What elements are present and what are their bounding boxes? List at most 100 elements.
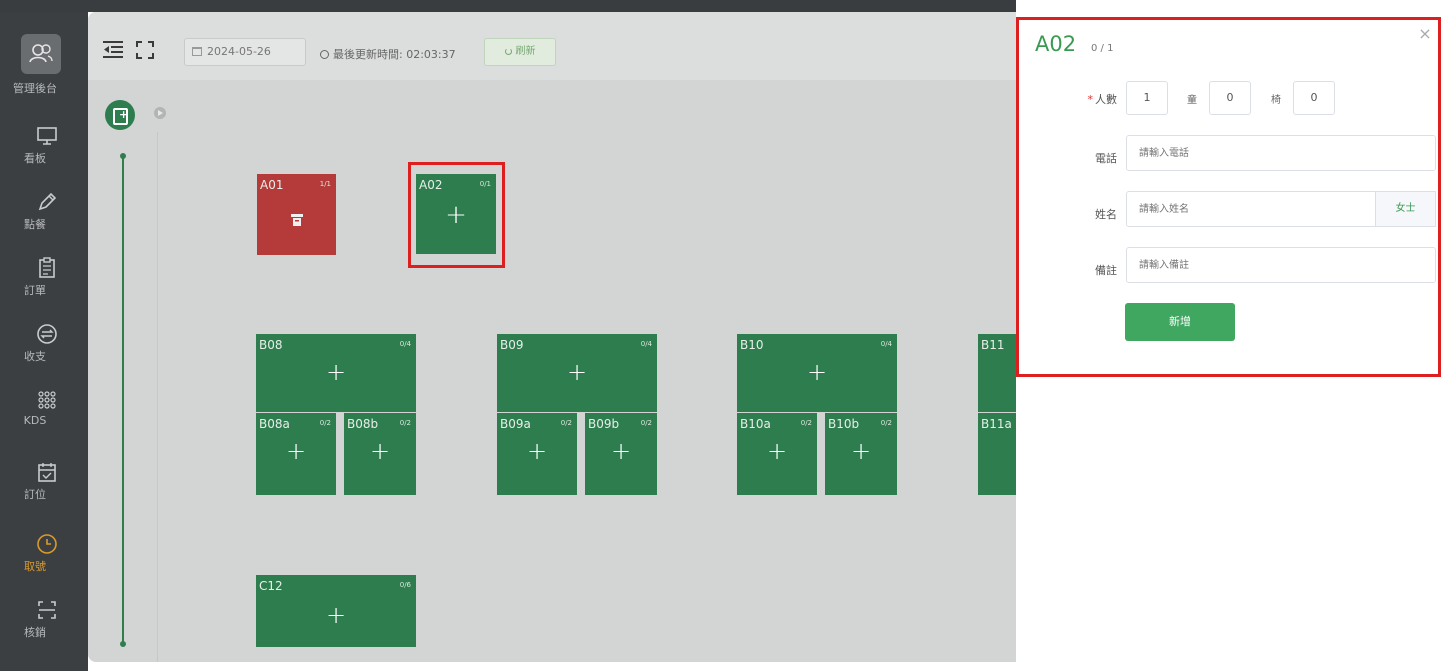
sidebar-item-redeem[interactable]: 核銷 bbox=[0, 592, 88, 656]
note-input[interactable] bbox=[1126, 247, 1436, 283]
sidebar-item-orders[interactable]: 訂單 bbox=[0, 250, 88, 314]
table-capacity: 0/2 bbox=[880, 419, 892, 427]
table-b08a[interactable]: B08a 0/2 + bbox=[256, 413, 336, 495]
table-capacity: 0/2 bbox=[399, 419, 411, 427]
sidebar-item-label: 點餐 bbox=[24, 218, 46, 231]
sidebar-item-admin[interactable]: 管理後台 bbox=[0, 68, 88, 98]
sidebar-item-label: 看板 bbox=[24, 152, 46, 165]
date-value: 2024-05-26 bbox=[207, 45, 271, 58]
table-name: B11a bbox=[981, 417, 1012, 431]
refresh-button[interactable]: 刷新 bbox=[484, 38, 556, 66]
timeline-dot-bottom bbox=[120, 641, 126, 647]
panel-blank-area bbox=[1016, 377, 1441, 671]
table-capacity: 0/2 bbox=[319, 419, 331, 427]
sidebar: 管理後台 看板 點餐 訂單 收支 KDS 訂位 取號 核銷 bbox=[0, 12, 88, 671]
name-input[interactable] bbox=[1126, 191, 1376, 227]
seat-dialog: A02 0 / 1 × *人數 1 童 0 椅 0 電話 姓名 女士 備註 新增 bbox=[1016, 17, 1441, 377]
table-name: B08b bbox=[347, 417, 379, 431]
table-b08[interactable]: B08 0/4 + bbox=[256, 334, 416, 412]
plus-icon: + bbox=[285, 437, 307, 465]
last-update-label: 最後更新時間: 02:03:37 bbox=[333, 48, 456, 61]
sidebar-item-label: KDS bbox=[23, 414, 47, 427]
table-capacity: 1/1 bbox=[319, 180, 331, 188]
plus-icon: + bbox=[325, 358, 347, 386]
selection-highlight bbox=[408, 162, 505, 268]
table-b09[interactable]: B09 0/4 + bbox=[497, 334, 657, 412]
people-label-text: 人數 bbox=[1095, 93, 1117, 106]
people-label: * 人數 bbox=[1057, 91, 1118, 107]
table-b08b[interactable]: B08b 0/2 + bbox=[344, 413, 416, 495]
sidebar-item-reservation[interactable]: 訂位 bbox=[0, 454, 88, 518]
table-b10[interactable]: B10 0/4 + bbox=[737, 334, 897, 412]
toolbar: 2024-05-26 最後更新時間: 02:03:37 刷新 bbox=[88, 12, 1016, 80]
table-b09a[interactable]: B09a 0/2 + bbox=[497, 413, 577, 495]
grid-dots-icon bbox=[38, 391, 56, 409]
floor-plan-area: 2024-05-26 最後更新時間: 02:03:37 刷新 A01 1/1 bbox=[88, 12, 1016, 662]
table-c12[interactable]: C12 0/6 + bbox=[256, 575, 416, 647]
calendar-check-icon bbox=[38, 463, 56, 482]
gender-title-button[interactable]: 女士 bbox=[1376, 191, 1436, 227]
sidebar-item-order-food[interactable]: 點餐 bbox=[0, 184, 88, 248]
table-capacity: 0/2 bbox=[560, 419, 572, 427]
table-b10b[interactable]: B10b 0/2 + bbox=[825, 413, 897, 495]
money-icon bbox=[37, 324, 57, 344]
table-b11[interactable]: B11 bbox=[978, 334, 1016, 412]
table-b11a[interactable]: B11a bbox=[978, 413, 1016, 495]
chairs-input[interactable]: 0 bbox=[1293, 81, 1335, 115]
date-picker[interactable]: 2024-05-26 bbox=[184, 38, 306, 66]
dialog-capacity: 0 / 1 bbox=[1091, 43, 1114, 54]
table-capacity: 0/4 bbox=[399, 340, 411, 348]
table-name: B10b bbox=[828, 417, 860, 431]
add-button[interactable]: 新增 bbox=[1125, 303, 1235, 341]
sidebar-item-label: 管理後台 bbox=[13, 82, 57, 95]
top-strip bbox=[0, 0, 1016, 12]
calendar-icon bbox=[192, 47, 202, 56]
table-name: B08 bbox=[259, 338, 283, 352]
clock-icon bbox=[37, 534, 57, 554]
scan-icon bbox=[38, 601, 56, 619]
monitor-icon bbox=[37, 127, 57, 145]
table-capacity: 0/6 bbox=[399, 581, 411, 589]
dialog-title: A02 bbox=[1035, 32, 1077, 56]
sidebar-item-label: 收支 bbox=[24, 350, 46, 363]
refresh-icon bbox=[504, 48, 512, 55]
table-name: B08a bbox=[259, 417, 290, 431]
table-a01[interactable]: A01 1/1 bbox=[257, 174, 336, 255]
clipboard-icon bbox=[39, 257, 55, 278]
fullscreen-icon[interactable] bbox=[136, 40, 154, 60]
name-label: 姓名 bbox=[1095, 208, 1117, 221]
sidebar-item-kds[interactable]: KDS bbox=[0, 382, 88, 446]
app-root: 管理後台 看板 點餐 訂單 收支 KDS 訂位 取號 核銷 2024-05-26… bbox=[0, 0, 1441, 671]
plus-icon: + bbox=[369, 437, 391, 465]
sidebar-item-dashboard[interactable]: 看板 bbox=[0, 118, 88, 182]
sidebar-item-label: 訂單 bbox=[24, 284, 46, 297]
plus-icon: + bbox=[850, 437, 872, 465]
expand-arrow-icon[interactable] bbox=[154, 107, 166, 119]
table-capacity: 0/4 bbox=[880, 340, 892, 348]
table-b10a[interactable]: B10a 0/2 + bbox=[737, 413, 817, 495]
children-input[interactable]: 0 bbox=[1209, 81, 1251, 115]
clock-small-icon bbox=[320, 50, 329, 59]
plus-icon: + bbox=[610, 437, 632, 465]
table-name: B09a bbox=[500, 417, 531, 431]
phone-input[interactable] bbox=[1126, 135, 1436, 171]
collapse-menu-icon[interactable] bbox=[102, 40, 124, 60]
plus-icon: + bbox=[325, 601, 347, 629]
chairs-label: 椅 bbox=[1271, 95, 1281, 106]
table-capacity: 0/2 bbox=[640, 419, 652, 427]
adults-input[interactable]: 1 bbox=[1126, 81, 1168, 115]
table-name: B10a bbox=[740, 417, 771, 431]
sidebar-item-label: 訂位 bbox=[24, 488, 46, 501]
plus-icon: + bbox=[766, 437, 788, 465]
add-area-icon[interactable] bbox=[105, 100, 135, 130]
table-name: B09 bbox=[500, 338, 524, 352]
refresh-label: 刷新 bbox=[515, 46, 536, 57]
sidebar-item-queue[interactable]: 取號 bbox=[0, 526, 88, 590]
table-name: B11 bbox=[981, 338, 1005, 352]
table-b09b[interactable]: B09b 0/2 + bbox=[585, 413, 657, 495]
last-update-text: 最後更新時間: 02:03:37 bbox=[320, 46, 456, 62]
plus-icon: + bbox=[806, 358, 828, 386]
sidebar-item-finance[interactable]: 收支 bbox=[0, 316, 88, 380]
close-icon[interactable]: × bbox=[1416, 24, 1434, 43]
timeline-dot-top bbox=[120, 153, 126, 159]
